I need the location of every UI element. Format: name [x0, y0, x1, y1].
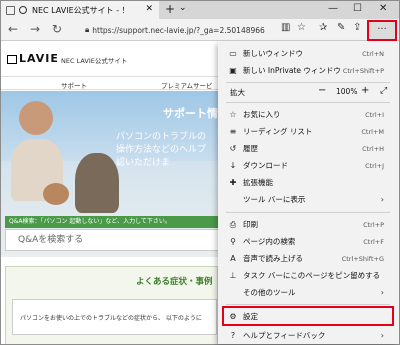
new-tab-button[interactable]: +: [165, 2, 175, 16]
close-window-button[interactable]: ✕: [379, 3, 387, 14]
menu-more-tools[interactable]: その他のツール ›: [218, 284, 398, 301]
find-icon: ⚲: [230, 237, 236, 246]
site-nav: サポート プレミアムサービ: [1, 76, 218, 90]
menu-zoom: 拡大 − 100% + ⤢: [218, 83, 398, 101]
tab-title: NEC LAVIE公式サイト - ！: [32, 5, 130, 15]
faq-title: よくある症状・事例: [136, 277, 213, 287]
menu-show-in-toolbar[interactable]: ツール バーに表示 ›: [218, 191, 398, 208]
menu-divider: [226, 304, 390, 305]
window-icon: ▭: [229, 49, 237, 58]
hero-child: [19, 101, 53, 135]
tab-active[interactable]: NEC LAVIE公式サイト - ！ ✕: [1, 1, 159, 19]
maximize-button[interactable]: ☐: [353, 3, 362, 14]
menu-read-aloud[interactable]: A 音声で読み上げる Ctrl+Shift+G: [218, 250, 398, 267]
extensions-icon: ✚: [229, 178, 237, 187]
help-icon: ?: [230, 331, 236, 340]
qa-search-input[interactable]: Q&Aを検索する: [5, 229, 218, 251]
menu-history[interactable]: ↺ 履歴 Ctrl+H: [218, 140, 398, 157]
tab-list-icon[interactable]: ⌄: [179, 3, 187, 13]
zoom-in-button[interactable]: +: [361, 85, 369, 96]
hero-banner: サポート情 パソコンのトラブルの 操作方法などのヘルプ 認いただけま Q&A検索…: [1, 91, 218, 257]
refresh-icon[interactable]: ↻: [49, 22, 65, 36]
navigation-bar: ← → ↻ 🔒︎ https://support.nec-lavie.jp/?_…: [1, 19, 399, 41]
favorites-icon: ☆: [229, 110, 237, 119]
site-name: NEC LAVIE公式サイト: [61, 57, 128, 65]
web-page: LAVIE NEC LAVIE公式サイト サポート プレミアムサービ サポート情…: [1, 42, 218, 344]
zoom-value: 100%: [336, 87, 358, 96]
hero-mother: [75, 153, 119, 213]
reading-list-icon: ≡: [229, 127, 237, 136]
address-bar[interactable]: 🔒︎ https://support.nec-lavie.jp/?_ga=2.5…: [85, 22, 275, 38]
faq-text: パソコンをお使いの上でのトラブルなどの症状から、 以下のように: [20, 315, 202, 322]
faq-section: よくある症状・事例 パソコンをお使いの上でのトラブルなどの症状から、 以下のよう…: [5, 266, 218, 344]
favorite-star-icon[interactable]: ☆: [297, 22, 306, 33]
tab-bar: NEC LAVIE公式サイト - ！ ✕ + ⌄ — ☐ ✕: [1, 1, 399, 19]
hero-child2: [43, 183, 69, 205]
history-icon: ↺: [229, 144, 237, 153]
menu-favorites[interactable]: ☆ お気に入り Ctrl+I: [218, 106, 398, 123]
menu-pin-to-taskbar[interactable]: ⊥ タスク バーにこのページをピン留めする: [218, 267, 398, 284]
favicon-icon: [19, 6, 27, 14]
tab-preview-icon[interactable]: [6, 5, 15, 15]
tab-close-icon[interactable]: ✕: [145, 4, 153, 14]
settings-highlight: [222, 306, 394, 326]
menu-divider: [226, 102, 390, 103]
logo-icon: [7, 54, 17, 64]
menu-extensions[interactable]: ✚ 拡張機能: [218, 174, 398, 191]
submenu-arrow-icon: ›: [380, 288, 384, 297]
menu-find-on-page[interactable]: ⚲ ページ内の検索 Ctrl+F: [218, 233, 398, 250]
menu-print[interactable]: ⎙ 印刷 Ctrl+P: [218, 216, 398, 233]
back-icon[interactable]: ←: [5, 22, 21, 36]
notes-icon[interactable]: ✎: [337, 22, 345, 33]
read-aloud-icon: A: [230, 254, 236, 263]
submenu-arrow-icon: ›: [380, 195, 384, 204]
hero-text: パソコンのトラブルの 操作方法などのヘルプ 認いただけま: [116, 131, 206, 170]
hub-icon[interactable]: ✰: [319, 22, 327, 33]
hero-line-1: パソコンのトラブルの: [116, 132, 207, 142]
print-icon: ⎙: [229, 219, 237, 229]
more-button[interactable]: ···: [367, 20, 397, 41]
menu-divider: [226, 212, 390, 213]
fullscreen-icon[interactable]: ⤢: [380, 86, 387, 96]
menu-reading-list[interactable]: ≡ リーディング リスト Ctrl+M: [218, 123, 398, 140]
lavie-logo[interactable]: LAVIE: [7, 52, 59, 65]
site-nav-support[interactable]: サポート: [61, 80, 87, 90]
logo-text: LAVIE: [19, 52, 59, 65]
forward-icon[interactable]: →: [27, 22, 43, 36]
settings-menu: ▭ 新しいウィンドウ Ctrl+N ▣ 新しい InPrivate ウィンドウ …: [218, 42, 398, 344]
reading-view-icon[interactable]: ▥: [281, 22, 290, 33]
menu-downloads[interactable]: ↓ ダウンロード Ctrl+J: [218, 157, 398, 174]
share-icon[interactable]: ⇪: [353, 22, 361, 33]
site-nav-premium[interactable]: プレミアムサービ: [161, 80, 213, 90]
minimize-button[interactable]: —: [328, 3, 338, 14]
url-text: https://support.nec-lavie.jp/?_ga=2.5014…: [92, 25, 265, 35]
hero-title: サポート情: [163, 107, 218, 120]
lock-icon: 🔒︎: [85, 25, 90, 34]
submenu-arrow-icon: ›: [380, 331, 384, 340]
inprivate-icon: ▣: [229, 66, 237, 75]
zoom-out-button[interactable]: −: [318, 85, 326, 96]
menu-new-inprivate[interactable]: ▣ 新しい InPrivate ウィンドウ Ctrl+Shift+P: [218, 62, 398, 79]
menu-new-window[interactable]: ▭ 新しいウィンドウ Ctrl+N: [218, 45, 398, 62]
hero-line-3: 認いただけま: [116, 158, 171, 168]
qa-hint: Q&A検索：「パソコン 起動しない」など、入力して下さい。: [5, 216, 218, 228]
menu-help-feedback[interactable]: ? ヘルプとフィードバック ›: [218, 327, 398, 344]
pin-icon: ⊥: [229, 271, 237, 280]
download-icon: ↓: [229, 161, 237, 170]
hero-line-2: 操作方法などのヘルプ: [116, 145, 207, 155]
zoom-label: 拡大: [230, 88, 245, 97]
